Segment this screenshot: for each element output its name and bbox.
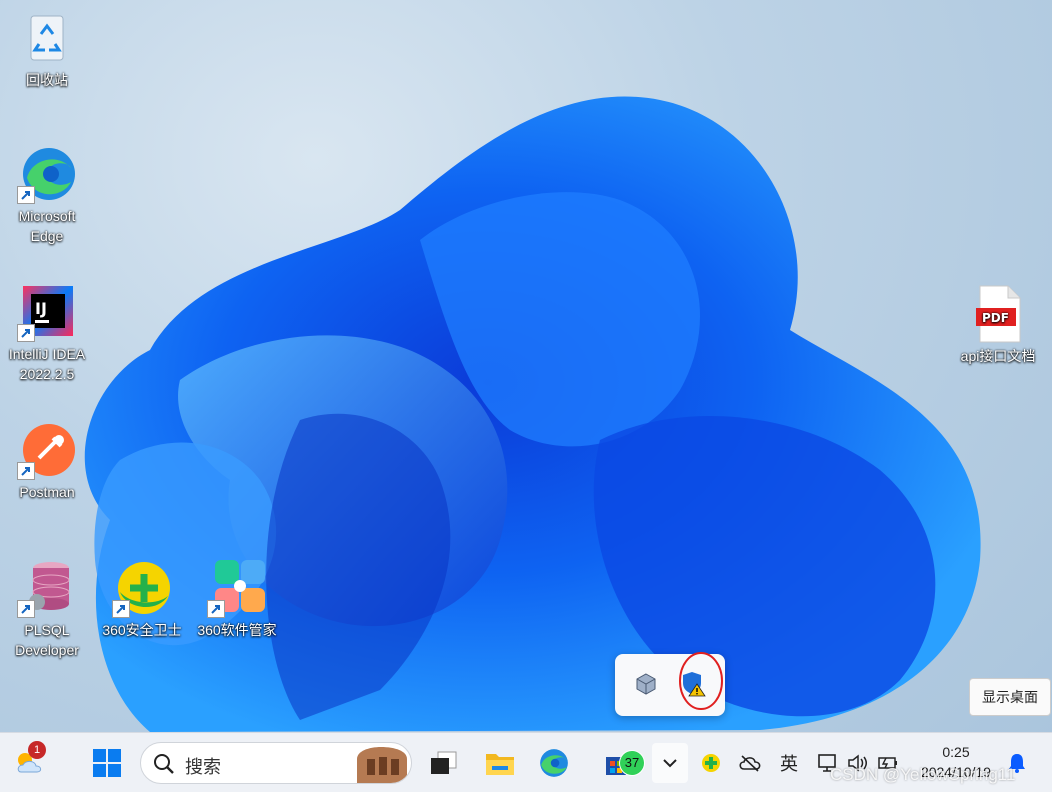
show-hidden-icons-button[interactable] xyxy=(652,743,688,783)
edge-icon xyxy=(17,144,77,204)
desktop-icon-label: 回收站 xyxy=(26,72,68,88)
tray-overflow-popup xyxy=(615,652,725,716)
plsql-developer-icon xyxy=(17,558,77,618)
desktop-icon-recycle-bin[interactable]: 回收站 xyxy=(1,8,93,90)
shortcut-arrow-icon xyxy=(17,462,35,480)
ime-indicator[interactable]: 英 xyxy=(776,743,802,783)
tray-onedrive-icon[interactable] xyxy=(737,743,763,783)
search-placeholder: 搜索 xyxy=(185,757,221,777)
taskbar-file-explorer[interactable] xyxy=(480,743,520,783)
task-view-button[interactable] xyxy=(424,743,462,783)
clock-time: 0:25 xyxy=(942,744,970,760)
tray-360-icon[interactable] xyxy=(698,743,724,783)
app-badge: 37 xyxy=(620,751,644,775)
windows-logo-icon xyxy=(93,749,121,777)
desktop-icon-label: 360软件管家 xyxy=(197,622,277,638)
desktop-icon-label: 360安全卫士 xyxy=(102,622,182,638)
taskbar-store[interactable]: 37 xyxy=(590,743,644,783)
shortcut-arrow-icon xyxy=(17,186,35,204)
start-button[interactable] xyxy=(86,743,128,783)
show-desktop-tooltip: 显示桌面 xyxy=(969,678,1051,716)
360-software-manager-icon xyxy=(207,558,267,618)
desktop-icon-360-software[interactable]: 360软件管家 xyxy=(191,558,283,640)
search-highlight-image xyxy=(357,747,407,783)
chevron-down-icon xyxy=(663,759,677,768)
postman-icon xyxy=(17,420,77,480)
notification-badge: 1 xyxy=(28,741,46,759)
desktop-icon-360-safe[interactable]: 360安全卫士 xyxy=(96,558,188,640)
watermark: CSDN @YellowSpring11 xyxy=(830,765,1016,784)
taskbar-edge[interactable] xyxy=(534,743,574,783)
desktop-icon-label: api接口文档 xyxy=(960,348,1036,364)
desktop-icon-label: PLSQL Developer xyxy=(15,622,79,658)
weather-widget[interactable]: 1 xyxy=(10,741,50,783)
desktop: 回收站 Microsoft Edge IJ IntelliJ IDEA 2022… xyxy=(0,0,1052,732)
highlight-circle xyxy=(679,652,723,710)
shortcut-arrow-icon xyxy=(207,600,225,618)
desktop-icon-label: Microsoft Edge xyxy=(18,208,76,244)
recycle-bin-icon xyxy=(17,8,77,68)
search-icon xyxy=(154,754,174,774)
desktop-icon-label: IntelliJ IDEA 2022.2.5 xyxy=(8,346,86,382)
svg-text:PDF: PDF xyxy=(982,311,1009,325)
desktop-icon-edge[interactable]: Microsoft Edge xyxy=(1,144,93,246)
shortcut-arrow-icon xyxy=(112,600,130,618)
360-safe-icon xyxy=(112,558,172,618)
pdf-file-icon: PDF xyxy=(968,284,1028,344)
svg-text:IJ: IJ xyxy=(35,299,47,318)
virtualbox-icon[interactable] xyxy=(635,672,657,701)
shortcut-arrow-icon xyxy=(17,324,35,342)
search-box[interactable]: 搜索 xyxy=(140,742,412,784)
desktop-icon-plsql[interactable]: PLSQL Developer xyxy=(1,558,93,660)
360-tray-icon xyxy=(702,754,720,772)
cloud-offline-icon xyxy=(739,755,761,772)
task-view-icon xyxy=(431,751,457,774)
folder-icon xyxy=(486,754,514,775)
desktop-icon-intellij[interactable]: IJ IntelliJ IDEA 2022.2.5 xyxy=(1,282,93,384)
desktop-icon-api-doc[interactable]: PDF api接口文档 xyxy=(952,284,1044,366)
desktop-icon-label: Postman xyxy=(19,484,75,500)
edge-icon xyxy=(540,749,568,777)
intellij-icon: IJ xyxy=(17,282,77,342)
shortcut-arrow-icon xyxy=(17,600,35,618)
desktop-icon-postman[interactable]: Postman xyxy=(1,420,93,502)
